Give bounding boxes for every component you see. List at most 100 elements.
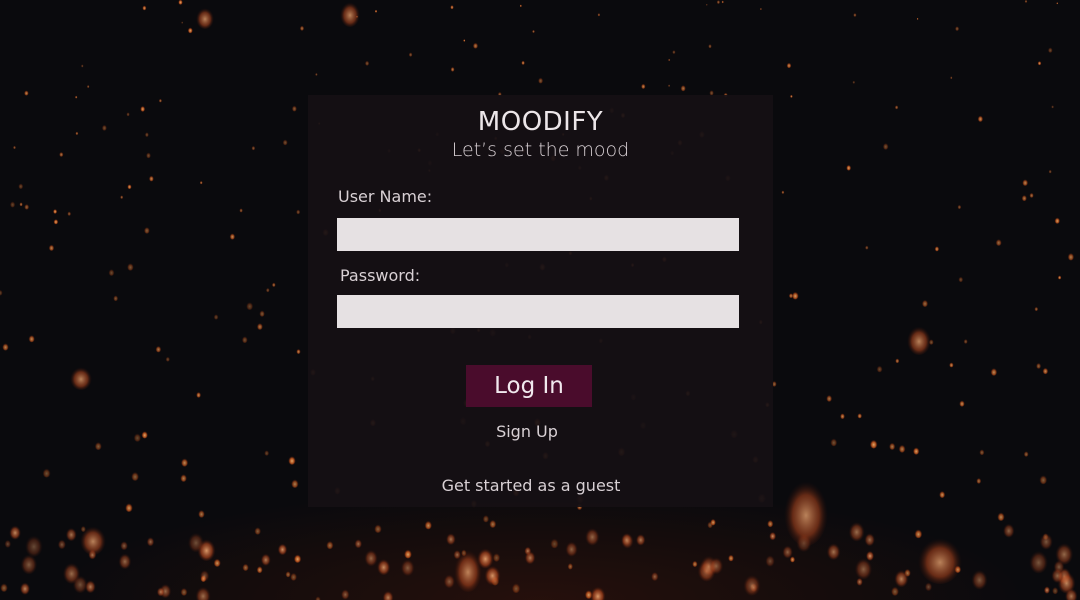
lantern-glow — [597, 12, 601, 17]
lantern-glow — [511, 582, 521, 594]
lantern-glow — [830, 437, 838, 447]
username-input[interactable] — [337, 218, 739, 251]
lantern-glow — [229, 232, 236, 240]
lantern-glow — [101, 124, 107, 131]
lantern-glow — [977, 114, 984, 122]
signup-link[interactable]: Sign Up — [308, 422, 746, 441]
lantern-glow — [680, 84, 686, 92]
lantern-glow — [769, 531, 777, 541]
lantern-glow — [260, 552, 271, 566]
lantern-glow — [48, 243, 55, 251]
lantern-glow — [865, 245, 869, 250]
lantern-glow — [213, 557, 221, 567]
lantern-glow — [463, 38, 466, 42]
lantern-glow — [1036, 362, 1042, 369]
lantern-glow — [72, 574, 88, 594]
lantern-glow — [108, 268, 115, 276]
lantern-glow — [445, 532, 456, 545]
lantern-glow — [354, 538, 363, 549]
password-label: Password: — [340, 266, 421, 285]
lantern-glow — [80, 525, 106, 555]
lantern-glow — [246, 301, 254, 310]
login-button[interactable]: Log In — [466, 365, 592, 407]
lantern-glow — [404, 548, 412, 559]
lantern-glow — [1039, 532, 1053, 550]
lantern-glow — [957, 204, 962, 210]
lantern-glow — [24, 89, 29, 96]
lantern-glow — [86, 84, 90, 89]
guest-link[interactable]: Get started as a guest — [308, 476, 754, 495]
lantern-glow — [0, 289, 3, 296]
lantern-glow — [721, 0, 724, 4]
lantern-glow — [781, 190, 785, 194]
lantern-glow — [24, 534, 43, 557]
lantern-glow — [19, 201, 23, 207]
lantern-glow — [4, 539, 12, 548]
lantern-glow — [765, 554, 775, 567]
lantern-glow — [142, 4, 147, 11]
lantern-glow — [1056, 1, 1059, 5]
lantern-glow — [400, 558, 415, 576]
lantern-glow — [113, 294, 119, 302]
lantern-glow — [995, 238, 1002, 246]
lantern-glow — [889, 441, 896, 450]
lantern-glow — [791, 290, 799, 300]
lantern-glow — [1048, 169, 1052, 174]
lantern-glow — [489, 518, 497, 528]
lantern-glow — [706, 3, 708, 6]
lantern-glow — [239, 207, 243, 213]
lantern-glow — [1039, 474, 1048, 485]
lantern-glow — [876, 364, 883, 373]
login-screen: MOODIFY Let’s set the mood User Name: Pa… — [0, 0, 1080, 600]
lantern-glow — [28, 334, 35, 343]
lantern-glow — [120, 540, 129, 551]
lantern-glow — [979, 448, 985, 456]
lantern-glow — [1047, 46, 1053, 53]
lantern-glow — [672, 49, 676, 54]
lantern-glow — [94, 441, 102, 451]
lantern-glow — [939, 490, 946, 498]
lantern-glow — [924, 581, 933, 592]
lantern-glow — [181, 21, 184, 24]
lantern-glow — [146, 151, 151, 159]
lantern-glow — [178, 0, 183, 5]
lantern-glow — [894, 104, 899, 110]
lantern-glow — [852, 80, 856, 84]
lantern-glow — [198, 509, 205, 518]
app-title: MOODIFY — [477, 107, 604, 137]
lantern-glow — [524, 550, 536, 565]
lantern-glow — [1067, 252, 1075, 261]
lantern-glow — [934, 245, 940, 252]
lantern-glow — [519, 4, 522, 7]
lantern-glow — [288, 455, 296, 465]
lantern-glow — [894, 569, 909, 588]
lantern-glow — [864, 532, 876, 546]
lantern-glow — [382, 590, 394, 600]
lantern-glow — [826, 542, 841, 560]
lantern-glow — [916, 17, 919, 20]
lantern-glow — [65, 527, 77, 542]
lantern-glow — [707, 520, 713, 529]
lantern-glow — [567, 562, 574, 570]
lantern-glow — [1057, 275, 1062, 280]
lantern-glow — [790, 94, 793, 98]
lantern-glow — [340, 1, 360, 27]
lantern-glow — [126, 111, 130, 117]
lantern-glow — [708, 43, 712, 49]
lantern-glow — [9, 200, 16, 208]
lantern-glow — [921, 299, 929, 307]
lantern-glow — [2, 342, 9, 351]
lantern-glow — [259, 309, 265, 317]
lantern-glow — [75, 131, 79, 136]
lantern-glow — [786, 62, 792, 69]
lantern-glow — [125, 502, 133, 512]
password-input[interactable] — [337, 295, 739, 328]
lantern-glow — [254, 526, 262, 535]
lantern-glow — [156, 586, 165, 597]
lantern-glow — [293, 553, 302, 563]
lantern-glow — [277, 542, 288, 556]
lantern-glow — [326, 540, 334, 550]
lantern-glow — [146, 536, 155, 547]
lantern-glow — [976, 477, 982, 484]
lantern-glow — [67, 211, 72, 216]
